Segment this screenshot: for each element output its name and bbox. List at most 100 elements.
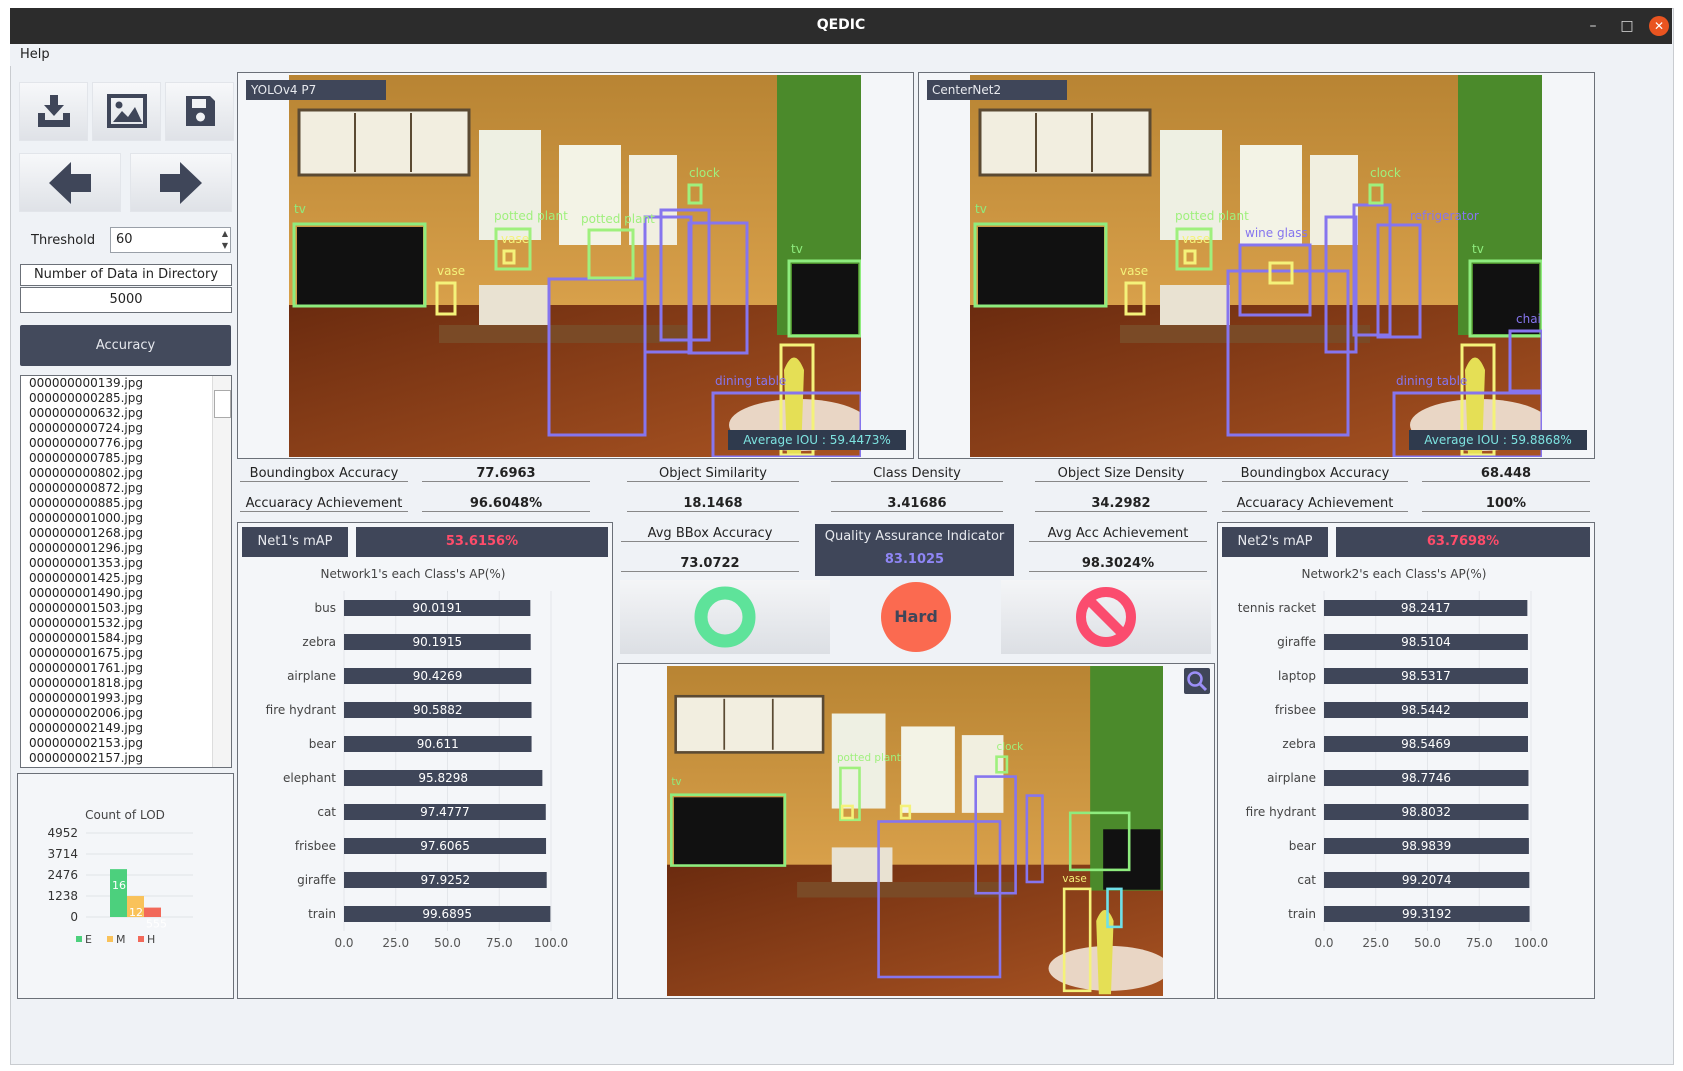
menu-help[interactable]: Help: [20, 47, 50, 62]
object-similarity-value: 18.1468: [627, 496, 799, 512]
net1-category-label: cat: [317, 805, 336, 819]
maximize-icon[interactable]: □: [1617, 16, 1637, 36]
net1-category-label: bear: [309, 737, 336, 751]
file-list-item[interactable]: 000000001818.jpg: [25, 676, 231, 691]
net2-bbox-acc-value: 68.448: [1422, 466, 1590, 482]
net2-map-label: Net2's mAP: [1222, 527, 1328, 557]
net2-x-tick: 100.0: [1514, 936, 1548, 950]
object-size-density-label: Object Size Density: [1035, 466, 1207, 482]
net2-category-label: giraffe: [1277, 635, 1316, 649]
file-list-item[interactable]: 000000002157.jpg: [25, 751, 231, 766]
net1-ap-chart: Network1's each Class's AP(%) 0.0 25.0 50.0…: [266, 567, 569, 950]
net1-x-tick: 50.0: [434, 936, 461, 950]
file-list-item[interactable]: 000000001000.jpg: [25, 511, 231, 526]
net1-category-label: frisbee: [295, 839, 336, 853]
file-list-item[interactable]: 000000002149.jpg: [25, 721, 231, 736]
svg-text:chair: chair: [1516, 312, 1542, 326]
net2-chart-title: Network2's each Class's AP(%): [1301, 567, 1486, 581]
net2-bar-value: 99.2074: [1402, 873, 1452, 887]
file-list-item[interactable]: 000000001584.jpg: [25, 631, 231, 646]
net2-category-label: fire hydrant: [1246, 805, 1317, 819]
close-icon[interactable]: ✕: [1649, 16, 1669, 36]
file-list-item[interactable]: 000000001268.jpg: [25, 526, 231, 541]
net1-bar-value: 95.8298: [418, 771, 468, 785]
object-size-density-value: 34.2982: [1035, 496, 1207, 512]
import-button[interactable]: [19, 82, 88, 141]
net1-x-tick: 0.0: [334, 936, 353, 950]
file-list-item[interactable]: 000000001490.jpg: [25, 586, 231, 601]
net1-bar-value: 90.4269: [413, 669, 463, 683]
file-list-item[interactable]: 000000002006.jpg: [25, 706, 231, 721]
svg-text:vase: vase: [1062, 873, 1086, 885]
avg-acc-ach-label: Avg Acc Achievement: [1029, 526, 1207, 542]
svg-text:clock: clock: [1370, 166, 1401, 180]
minimize-icon[interactable]: –: [1583, 16, 1603, 36]
file-list-item[interactable]: 000000001993.jpg: [25, 691, 231, 706]
net2-category-label: zebra: [1282, 737, 1316, 751]
net2-category-label: tennis racket: [1238, 601, 1316, 615]
accuracy-button[interactable]: Accuracy: [20, 325, 231, 366]
file-list-item[interactable]: 000000001425.jpg: [25, 571, 231, 586]
avg-acc-ach-value: 98.3024%: [1029, 556, 1207, 572]
file-list[interactable]: 000000000139.jpg 000000000285.jpg 00000000…: [20, 375, 232, 768]
svg-text:potted plant: potted plant: [581, 212, 655, 226]
lod-chart: Count of LOD4952371424761238016123555E M H: [47, 808, 193, 946]
svg-text:clock: clock: [689, 166, 720, 180]
net2-x-tick: 0.0: [1314, 936, 1333, 950]
net2-ap-chart: Network2's each Class's AP(%) 0.0 25.0 50.0…: [1238, 567, 1548, 950]
title-bar: QEDIC – □ ✕: [10, 8, 1672, 44]
file-list-item[interactable]: 000000001353.jpg: [25, 556, 231, 571]
file-list-item[interactable]: 000000000285.jpg: [25, 391, 231, 406]
zoom-button[interactable]: [1184, 668, 1210, 694]
class-density-label: Class Density: [831, 466, 1003, 482]
svg-text:tv: tv: [671, 776, 681, 788]
open-image-button[interactable]: [92, 82, 161, 141]
file-list-item[interactable]: 000000000785.jpg: [25, 451, 231, 466]
file-list-item[interactable]: 000000001675.jpg: [25, 646, 231, 661]
threshold-spinbox[interactable]: 60 ▲ ▼: [110, 227, 231, 253]
net1-category-label: train: [308, 907, 336, 921]
file-list-item[interactable]: 000000001532.jpg: [25, 616, 231, 631]
svg-text:potted plant: potted plant: [494, 209, 568, 223]
qai-label: Quality Assurance Indicator: [824, 529, 1005, 544]
spin-down-icon[interactable]: ▼: [222, 240, 228, 251]
net1-bar-value: 90.1915: [413, 635, 463, 649]
svg-text:vase: vase: [437, 264, 465, 278]
file-list-item[interactable]: 000000000802.jpg: [25, 466, 231, 481]
file-list-item[interactable]: 000000000139.jpg: [25, 376, 231, 391]
next-button[interactable]: [130, 153, 232, 212]
scrollbar-thumb[interactable]: [214, 390, 231, 418]
previous-button[interactable]: [19, 153, 121, 212]
file-list-item[interactable]: 000000000776.jpg: [25, 436, 231, 451]
num-data-label: Number of Data in Directory: [20, 264, 232, 286]
object-similarity-label: Object Similarity: [627, 466, 799, 482]
lod-bar: [110, 869, 127, 917]
net2-image-panel: tv vase potted plant vase wine glass clo…: [918, 72, 1595, 459]
net2-x-tick: 75.0: [1466, 936, 1493, 950]
threshold-value: 60: [116, 232, 133, 247]
file-list-item[interactable]: 000000000885.jpg: [25, 496, 231, 511]
file-list-item[interactable]: 000000002153.jpg: [25, 736, 231, 751]
file-list-item[interactable]: 000000000724.jpg: [25, 421, 231, 436]
save-button[interactable]: [165, 82, 234, 141]
stop-indicator: [1001, 580, 1211, 654]
file-list-item[interactable]: 000000001503.jpg: [25, 601, 231, 616]
file-list-item[interactable]: 000000000872.jpg: [25, 481, 231, 496]
lod-y-tick: 3714: [47, 847, 78, 861]
net2-bar-value: 98.5317: [1401, 669, 1451, 683]
file-list-item[interactable]: 000000001761.jpg: [25, 661, 231, 676]
net1-acc-ach-label: Accuaracy Achievement: [240, 496, 408, 512]
file-list-scrollbar[interactable]: [212, 376, 231, 767]
net2-bar-value: 98.5104: [1401, 635, 1451, 649]
file-list-item[interactable]: 000000001296.jpg: [25, 541, 231, 556]
floppy-disk-icon: [185, 96, 215, 126]
net1-bar-value: 99.6895: [422, 907, 472, 921]
spin-up-icon[interactable]: ▲: [222, 228, 228, 239]
net1-bbox-acc-label: Boundingbox Accuracy: [240, 466, 408, 482]
net1-chart-title: Network1's each Class's AP(%): [320, 567, 505, 581]
lod-bar: [144, 907, 161, 917]
file-list-item[interactable]: 000000000632.jpg: [25, 406, 231, 421]
window-title: QEDIC: [816, 17, 866, 33]
net1-image-panel: tv vase potted plant vase potted plant c…: [237, 72, 914, 459]
svg-text:clock: clock: [997, 741, 1024, 753]
